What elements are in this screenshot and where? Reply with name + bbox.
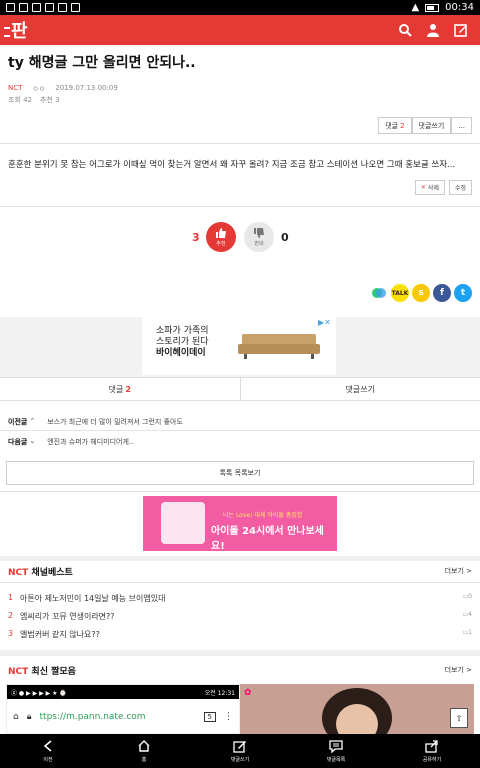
channel-best-heading: NCT 채널베스트 [8,568,73,578]
share-button[interactable]: 공유하기 [384,734,480,768]
tab-comments[interactable]: 댓글 2 [0,378,240,400]
section-gap [0,650,480,656]
more-button[interactable]: ... [451,117,472,134]
post-body: 훈훈한 분위기 못 참는 어그로가 이때싶 먹이 찾는거 알면서 왜 자꾸 올려… [8,160,456,170]
divider [0,582,480,583]
upvote-count: 3 [192,231,200,244]
thumbs-down-icon [254,228,264,238]
home-icon: ⌂ [13,712,19,722]
ad-info-icon[interactable]: ▶✕ [318,318,331,327]
battery-icon [425,3,440,12]
sofa-image [238,334,320,359]
write-comment-button[interactable]: 댓글쓰기 [411,117,452,134]
mini-status-bar: ⓖ ● ▶ ▶ ▶ ▶ ★ ⌚ 오전 12:31 [7,685,239,699]
photo-thumbnail[interactable]: ✿ ⇧ [240,684,474,734]
thumbs-up-icon [216,228,226,238]
phone-image [161,502,205,544]
upvote-button[interactable]: 추천 [206,222,236,252]
downvote-button[interactable]: 반대 [244,222,274,252]
app-header: 판 [0,15,480,45]
url-text: ttps://m.pann.nate.com [39,712,146,722]
divider [0,206,480,207]
home-button[interactable]: 홈 [96,734,192,768]
divider [0,491,480,492]
ad-text: 소파가 가족의 스토리가 된다 바이헤이데이 [156,326,209,358]
write-icon[interactable] [454,23,468,37]
tab-write-comment[interactable]: 댓글쓰기 [239,378,480,400]
status-bar: ▲ 00:34 [0,0,480,15]
sticker-icon: ✿ [244,688,252,698]
post-title: ty 해명글 그만 올리면 안되나.. [8,55,196,71]
twitter-share-icon[interactable]: t [454,284,472,302]
facebook-share-icon[interactable]: f [433,284,451,302]
tabs-count: 5 [203,712,216,722]
latest-heading: NCT 최신 짤모음 [8,667,76,677]
list-item[interactable]: 2 엠씨리가 꼬뮤 연생이라면?? ▭4 [8,611,472,622]
back-button[interactable]: 이전 [0,734,96,768]
latest-more[interactable]: 더보기 > [445,665,472,675]
search-icon[interactable] [398,23,412,37]
screenshot-thumbnail[interactable]: ⓖ ● ▶ ▶ ▶ ▶ ★ ⌚ 오전 12:31 ⌂ 🔒︎ ttps://m.pa… [6,684,240,734]
pencil-icon [233,741,246,753]
notification-icons [6,3,80,12]
user-icon[interactable] [426,23,440,37]
divider [0,430,480,431]
divider [0,143,480,144]
section-gap [0,556,480,561]
idol-banner[interactable]: 너는 Love! 대세 아이돌 총집합 아이돌 24시에서 만나보세요! [143,496,337,551]
edit-button[interactable]: 수정 [448,180,472,195]
list-view-button[interactable]: 톡톡 목록보기 [6,461,474,485]
bottom-toolbar: 이전 홈 댓글쓰기 댓글목록 공유하기 [0,734,480,768]
post-category[interactable]: NCT [8,84,22,94]
view-count: 조회 42 [8,96,33,104]
signal-icon: ▲ [411,2,420,13]
clock: 00:34 [445,2,474,13]
downvote-count: 0 [281,231,289,244]
band-share-icon[interactable] [370,284,388,302]
list-item[interactable]: 3 앨범커버 같지 않나요?? ▭1 [8,629,472,640]
list-item[interactable]: 1 아튼아 제노저민이 14일날 예능 브이앱있대 ▭0 [8,593,472,604]
chevron-up-icon: ⌃ [29,417,36,425]
comment-button[interactable]: 댓글 2 [378,117,412,134]
chevron-down-icon: ⌄ [29,437,36,445]
channel-best-more[interactable]: 더보기 > [445,566,472,576]
share-icon [425,740,438,753]
next-post-link[interactable]: 다음글 ⌄ 엔진과 슈퍼가 헤디미디어게.. [8,437,133,447]
scroll-top-icon[interactable]: ⇧ [450,708,468,728]
menu-icon: ⋮ [224,712,233,722]
lock-icon: 🔒︎ [26,712,32,722]
post-author: ㅇㅇ [32,85,46,93]
comment-icon: ▭1 [462,629,473,636]
share-bar: TALK s f t [370,284,472,302]
comment-icon: ▭0 [462,593,473,600]
home-icon [138,740,150,752]
delete-button[interactable]: ✕ 삭제 [414,180,445,195]
pann-logo[interactable]: 판 [4,17,28,43]
comment-list-button[interactable]: 댓글목록 [288,734,384,768]
comment-icon: ▭4 [462,611,473,618]
recommend-count: 추천 3 [40,96,60,104]
close-icon: ✕ [420,184,426,191]
back-icon [43,740,52,752]
comment-list-icon [329,740,343,753]
prev-post-link[interactable]: 이전글 ⌃ 보스가 최근에 더 많이 밀려져서 그런지 좋아도 [8,417,183,427]
write-comment-nav-button[interactable]: 댓글쓰기 [192,734,288,768]
kakaotalk-share-icon[interactable]: TALK [391,284,409,302]
post-date: 2019.07.13 00:09 [55,84,118,92]
kakaostory-share-icon[interactable]: s [412,284,430,302]
